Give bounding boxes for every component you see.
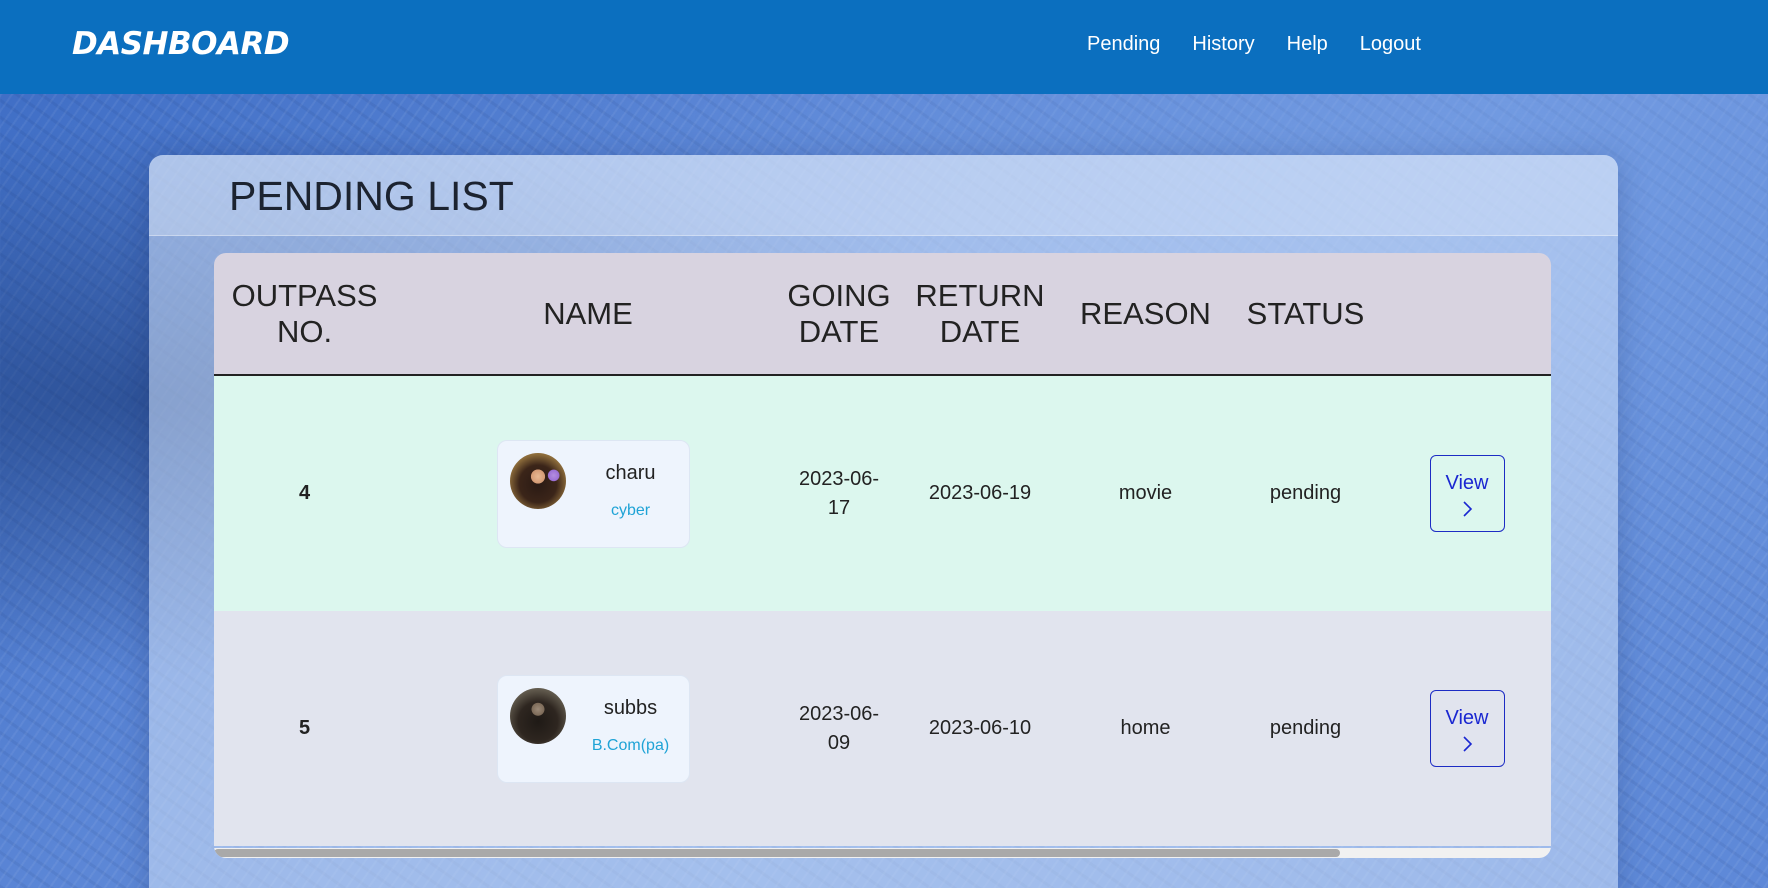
student-name: charu [605, 461, 656, 484]
pending-list-panel: PENDING LIST OUTPASS NO. NAME GOING DATE… [149, 155, 1618, 888]
table-header-row: OUTPASS NO. NAME GOING DATE RETURN DATE [214, 253, 1551, 376]
column-header-action [1383, 253, 1551, 376]
header-outpass-line1: OUTPASS [231, 277, 378, 313]
page-title: PENDING LIST [229, 173, 514, 219]
nav-links: Pending History Help Logout [1087, 33, 1421, 56]
going-date-line2: 17 [827, 496, 851, 519]
view-button-label: View [1445, 706, 1489, 729]
nav-link-help[interactable]: Help [1287, 33, 1328, 56]
header-outpass-line2: NO. [276, 313, 333, 349]
brand-logo[interactable]: DASHBOARD [72, 26, 290, 62]
header-return-line1: RETURN [915, 277, 1045, 313]
column-header-going-date: GOING DATE [781, 253, 897, 376]
table-row: 5 subbs B.Com(pa) 2023-06- 09 2023-06-10… [214, 611, 1551, 846]
header-going-line2: DATE [798, 313, 880, 349]
nav-link-history[interactable]: History [1192, 33, 1254, 56]
table-row: 4 charu cyber 2023-06- 17 2023-06-19 mov… [214, 375, 1551, 611]
view-button[interactable]: View [1429, 455, 1505, 532]
reason-cell: movie [1063, 375, 1228, 611]
header-status: STATUS [1246, 295, 1365, 331]
action-cell: View [1383, 375, 1551, 611]
nav-link-pending[interactable]: Pending [1087, 33, 1160, 56]
student-card: subbs B.Com(pa) [497, 674, 690, 783]
column-header-outpass-no: OUTPASS NO. [214, 253, 395, 376]
column-header-name: NAME [395, 253, 781, 376]
nav-link-logout[interactable]: Logout [1360, 33, 1421, 56]
column-header-reason: REASON [1063, 253, 1228, 376]
avatar [510, 687, 566, 744]
chevron-right-icon [1463, 735, 1473, 752]
student-department: B.Com(pa) [591, 736, 670, 754]
going-date-cell: 2023-06- 17 [781, 375, 897, 611]
name-cell: subbs B.Com(pa) [395, 611, 781, 846]
chevron-right-icon [1463, 500, 1473, 517]
pending-table-container[interactable]: OUTPASS NO. NAME GOING DATE RETURN DATE [214, 253, 1551, 858]
header-return-line2: DATE [939, 313, 1021, 349]
going-date-cell: 2023-06- 09 [781, 611, 897, 846]
column-header-return-date: RETURN DATE [897, 253, 1063, 376]
going-date-line1: 2023-06- [798, 702, 880, 725]
student-card: charu cyber [497, 439, 690, 548]
status-cell: pending [1228, 611, 1383, 846]
header-going-line1: GOING [787, 277, 891, 313]
going-date-line1: 2023-06- [798, 467, 880, 490]
return-date-cell: 2023-06-19 [897, 375, 1063, 611]
return-date-cell: 2023-06-10 [897, 611, 1063, 846]
reason-cell: home [1063, 611, 1228, 846]
student-name: subbs [603, 696, 658, 719]
going-date-line2: 09 [827, 731, 851, 754]
name-cell: charu cyber [395, 375, 781, 611]
view-button[interactable]: View [1429, 690, 1505, 767]
top-navbar: DASHBOARD Pending History Help Logout [0, 0, 1768, 94]
header-name: NAME [543, 295, 633, 331]
panel-header: PENDING LIST [149, 155, 1618, 236]
student-department: cyber [610, 501, 651, 519]
view-button-label: View [1445, 471, 1489, 494]
action-cell: View [1383, 611, 1551, 846]
pending-table: OUTPASS NO. NAME GOING DATE RETURN DATE [214, 253, 1551, 846]
outpass-no-cell: 4 [214, 375, 395, 611]
column-header-status: STATUS [1228, 253, 1383, 376]
outpass-no-cell: 5 [214, 611, 395, 846]
avatar [510, 452, 566, 509]
horizontal-scrollbar[interactable] [214, 848, 1551, 858]
scrollbar-thumb[interactable] [214, 849, 1340, 857]
header-reason: REASON [1080, 295, 1211, 331]
status-cell: pending [1228, 375, 1383, 611]
